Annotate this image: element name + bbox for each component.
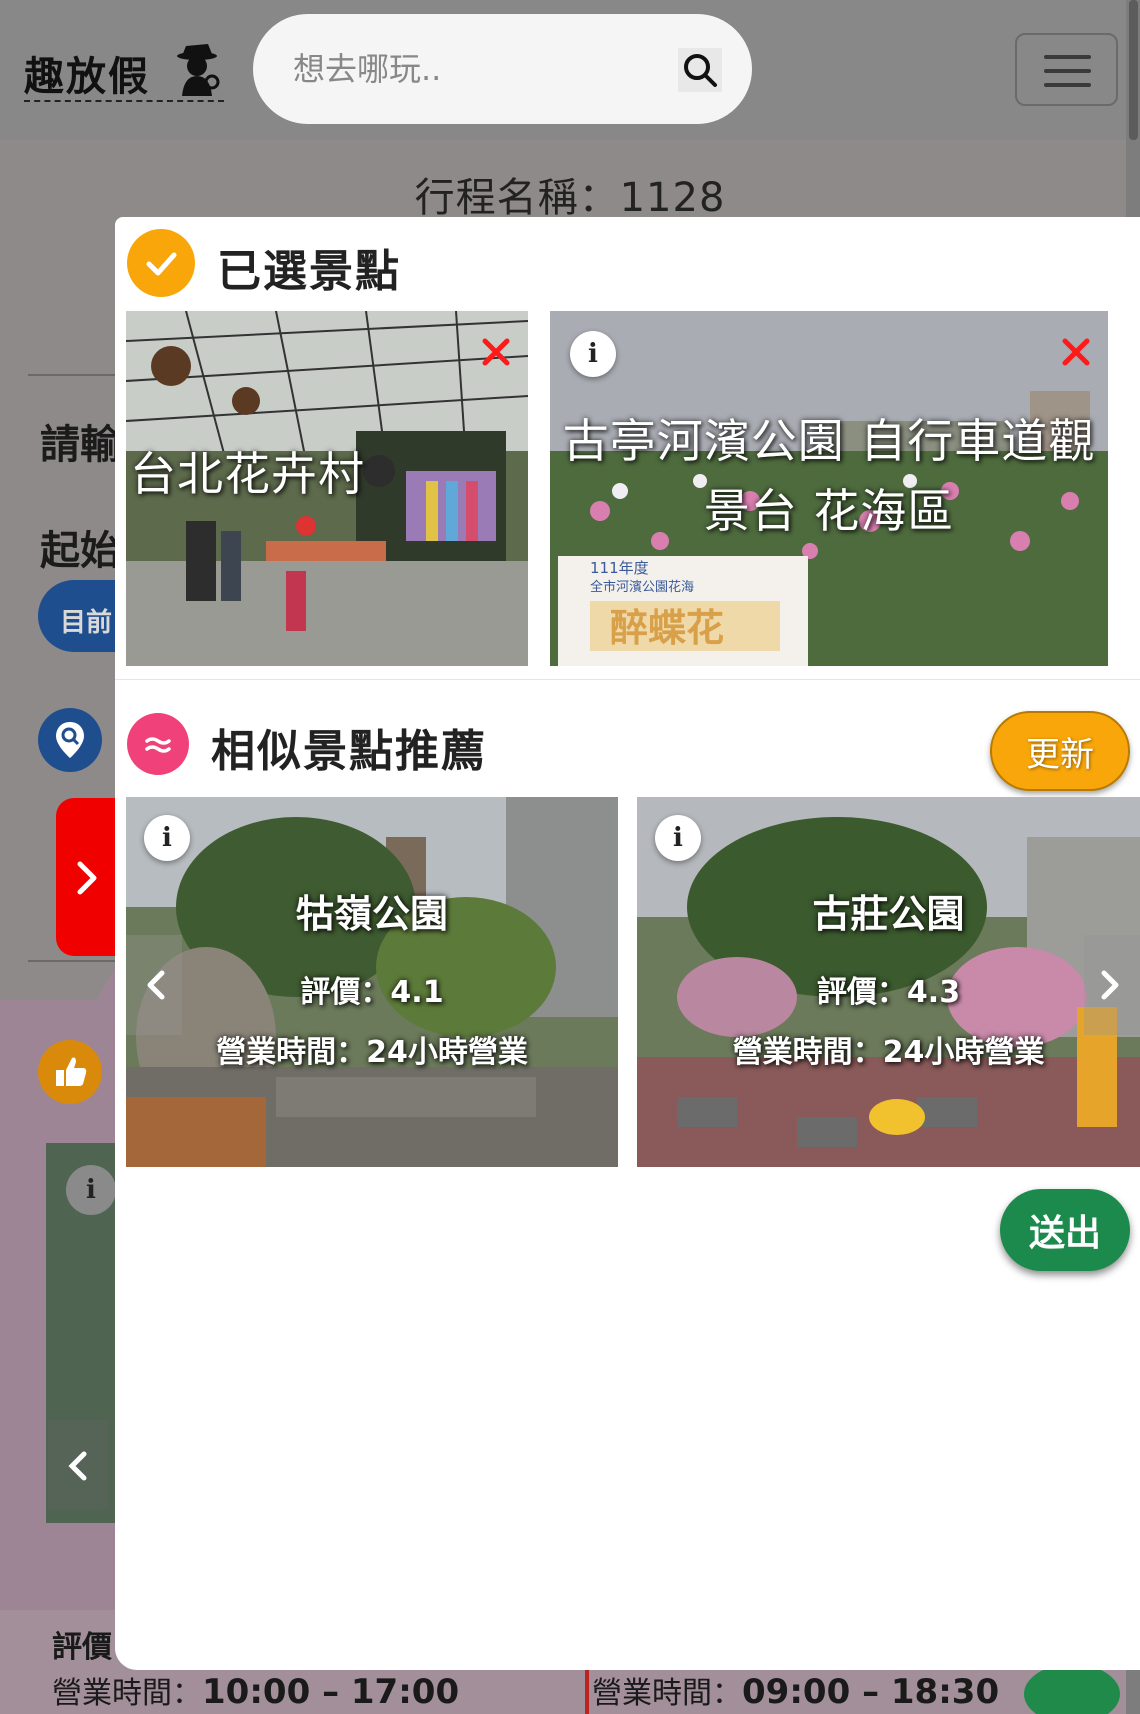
place-name: 古莊公園 bbox=[812, 892, 965, 936]
place-name: 牯嶺公園 bbox=[295, 892, 448, 936]
submit-button[interactable]: 送出 bbox=[1000, 1189, 1130, 1271]
top-navbar: 趣放假 bbox=[0, 0, 1140, 140]
place-rating: 評價：4.1 bbox=[300, 975, 444, 1010]
place-hours: 營業時間：24小時營業 bbox=[732, 1035, 1045, 1070]
rating-label: 評價 bbox=[52, 1630, 112, 1665]
sign-text: 醉蝶花 bbox=[610, 606, 724, 650]
start-label: 起始 bbox=[40, 528, 120, 574]
scrollbar-thumb[interactable] bbox=[1129, 0, 1138, 140]
chevron-left-icon bbox=[68, 1451, 87, 1481]
info-icon[interactable]: i bbox=[144, 815, 190, 861]
logo-text: 趣放假 bbox=[24, 53, 150, 100]
selected-spots-title: 已選景點 bbox=[217, 246, 401, 297]
map-search-icon bbox=[56, 722, 84, 758]
input-prompt-label: 請輸 bbox=[40, 422, 120, 468]
carousel-prev-button[interactable] bbox=[48, 1420, 108, 1510]
recommend-card[interactable]: i 牯嶺公園 評價：4.1 營業時間：24小時營業 bbox=[126, 797, 618, 1167]
search-icon bbox=[684, 54, 717, 87]
hours-value: 09:00 – 18:30 bbox=[742, 1672, 1000, 1712]
place-hours: 營業時間：24小時營業 bbox=[216, 1035, 528, 1070]
info-icon[interactable]: i bbox=[655, 815, 701, 861]
site-logo[interactable]: 趣放假 bbox=[24, 40, 224, 102]
hamburger-icon bbox=[1044, 55, 1091, 59]
hours-label: 營業時間： bbox=[592, 1676, 742, 1711]
detective-logo-icon bbox=[177, 44, 220, 96]
hamburger-menu-button[interactable] bbox=[1015, 33, 1118, 106]
chevron-left-icon bbox=[147, 970, 165, 1000]
info-icon[interactable]: i bbox=[66, 1165, 116, 1215]
map-search-button[interactable] bbox=[38, 708, 102, 772]
like-button[interactable] bbox=[38, 1040, 102, 1104]
close-icon[interactable] bbox=[479, 335, 513, 369]
recommend-title: 相似景點推薦 bbox=[211, 726, 487, 777]
update-button[interactable]: 更新 bbox=[990, 711, 1130, 791]
search-button[interactable] bbox=[678, 48, 722, 92]
recommend-card[interactable]: i 古莊公園 評價：4.3 營業時間：24小時營業 bbox=[637, 797, 1140, 1167]
carousel-next-button[interactable] bbox=[1084, 935, 1140, 1035]
hours-text-right: 營業時間：09:00 – 18:30 bbox=[592, 1668, 999, 1712]
wave-icon bbox=[127, 713, 189, 775]
recommend-header: 相似景點推薦 bbox=[127, 713, 1127, 783]
spot-name: 台北花卉村 bbox=[130, 447, 365, 501]
section-divider bbox=[115, 679, 1140, 680]
hours-text-left: 營業時間：10:00 – 17:00 bbox=[52, 1668, 459, 1712]
sign-text: 111年度 bbox=[590, 559, 649, 577]
check-icon bbox=[127, 229, 195, 297]
search-input[interactable] bbox=[293, 44, 673, 94]
selected-spot-card[interactable]: 台北花卉村 bbox=[126, 311, 528, 666]
trip-spot-modal: 已選景點 台北花卉村 111年度 全市河濱公園花海 醉蝶花 古亭河濱公園 自行車… bbox=[115, 217, 1140, 1670]
thumbs-up-icon bbox=[56, 1057, 87, 1086]
trip-title: 行程名稱：1128 bbox=[414, 175, 726, 221]
sign-text: 全市河濱公園花海 bbox=[590, 579, 694, 595]
info-icon[interactable]: i bbox=[570, 331, 616, 377]
selected-spots-header: 已選景點 bbox=[127, 229, 1127, 299]
selected-spot-card[interactable]: 111年度 全市河濱公園花海 醉蝶花 古亭河濱公園 自行車道觀景台 花海區 i bbox=[550, 311, 1108, 666]
carousel-prev-button[interactable] bbox=[126, 935, 182, 1035]
divider bbox=[28, 374, 118, 376]
place-rating: 評價：4.3 bbox=[816, 975, 961, 1010]
chevron-right-icon bbox=[77, 861, 97, 895]
spot-name: 古亭河濱公園 自行車道觀景台 花海區 bbox=[562, 414, 1096, 538]
hours-value: 10:00 – 17:00 bbox=[202, 1672, 460, 1712]
search-bar bbox=[253, 14, 752, 124]
hours-label: 營業時間： bbox=[52, 1676, 202, 1711]
close-icon[interactable] bbox=[1059, 335, 1093, 369]
chevron-right-icon bbox=[1101, 970, 1119, 1000]
